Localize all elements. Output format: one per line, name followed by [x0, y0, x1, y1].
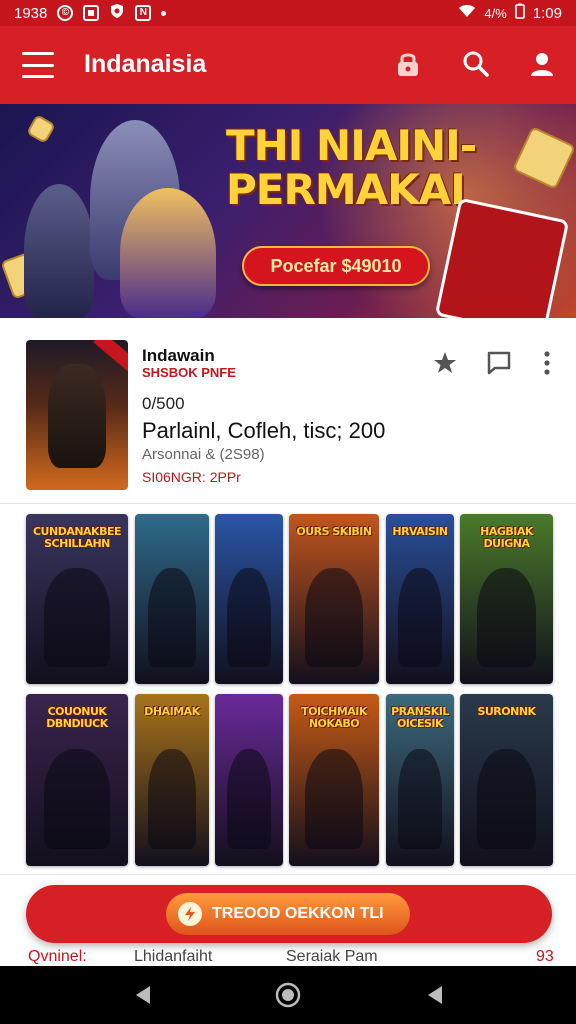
game-meta: Arsonnai & (2S98): [142, 446, 265, 463]
tile-title: CUNDANAKBEE SCHILLAHN: [32, 525, 122, 550]
tile-title: PRANSKIL OICESIK: [391, 705, 449, 730]
poster-ribbon: [93, 340, 128, 375]
status-time: 1938: [14, 4, 48, 22]
copyright-icon: ©: [57, 5, 74, 21]
game-tile[interactable]: SURONNK: [460, 694, 553, 866]
app-title: Indanaisia: [84, 50, 207, 78]
tab-count[interactable]: 93: [536, 948, 554, 966]
tile-hero-silhouette: [44, 749, 110, 849]
tile-title: COUONUK DBNDIUCK: [46, 705, 108, 730]
cta-inner-button[interactable]: TREOOD OEKKON TLI: [166, 893, 410, 935]
game-tile[interactable]: [135, 514, 209, 684]
tile-hero-silhouette: [476, 749, 537, 849]
tile-title: SURONNK: [477, 705, 536, 718]
back-icon[interactable]: [128, 980, 158, 1010]
game-tile[interactable]: OURS SKIBIN: [289, 514, 379, 684]
game-tile[interactable]: [215, 514, 283, 684]
bottom-cta-area: TREOOD OEKKON TLI Qvninel: Lhidanfaiht S…: [0, 874, 576, 966]
tile-hero-silhouette: [44, 568, 110, 667]
shield-icon: [109, 3, 125, 23]
game-tile[interactable]: DHAIMAK: [135, 694, 209, 866]
battery-icon: [514, 3, 525, 23]
tile-hero-silhouette: [398, 568, 442, 667]
home-icon[interactable]: [273, 980, 303, 1010]
star-icon[interactable]: [430, 348, 460, 378]
system-nav-bar: [0, 966, 576, 1024]
status-dot-icon: [161, 10, 167, 16]
lock-icon[interactable]: [390, 46, 426, 82]
n-icon: N: [135, 5, 152, 21]
tab-seraiak-pam[interactable]: Seraiak Pam: [286, 948, 378, 966]
comment-icon[interactable]: [484, 348, 514, 378]
banner-price-button[interactable]: Pocefar $49010: [242, 246, 430, 286]
menu-icon[interactable]: [22, 52, 54, 78]
tile-hero-silhouette: [227, 568, 271, 667]
cta-label: TREOOD OEKKON TLI: [212, 905, 384, 922]
tile-title: TOICHMAIK NOKABO: [301, 705, 367, 730]
app-bar: Indanaisia: [0, 26, 576, 104]
game-detail-card: Indawain SHSBOK PNFE 0/500 Parlainl, Cof…: [0, 318, 576, 504]
tile-title: OURS SKIBIN: [296, 525, 372, 538]
wifi-icon: [458, 4, 476, 22]
tile-hero-silhouette: [148, 749, 196, 849]
tile-hero-silhouette: [305, 749, 363, 849]
game-tile[interactable]: COUONUK DBNDIUCK: [26, 694, 128, 866]
game-title: Indawain: [142, 346, 215, 365]
tile-title: HRVAISIN: [392, 525, 448, 538]
game-extra-info: SI06NGR: 2PPr: [142, 469, 241, 485]
recents-icon[interactable]: [420, 980, 450, 1010]
banner-phone-graphic: [434, 197, 570, 318]
bolt-icon: [178, 902, 202, 926]
game-tile[interactable]: PRANSKIL OICESIK: [386, 694, 454, 866]
game-tile[interactable]: [215, 694, 283, 866]
game-description: Parlainl, Cofleh, tisc; 200: [142, 418, 386, 443]
poster-figure: [48, 364, 106, 468]
banner-hero-front: [120, 188, 216, 318]
tile-title: DHAIMAK: [144, 705, 200, 718]
person-icon[interactable]: [524, 46, 560, 82]
tile-hero-silhouette: [476, 568, 537, 667]
game-tile[interactable]: HAGBIAK DUIGNA: [460, 514, 553, 684]
status-clock: 1:09: [532, 4, 562, 22]
tab-qvninel[interactable]: Qvninel:: [28, 948, 87, 966]
status-bar: 1938 © N 4/% 1:09: [0, 0, 576, 26]
game-tile[interactable]: HRVAISIN: [386, 514, 454, 684]
game-code: 0/500: [142, 394, 185, 413]
tile-hero-silhouette: [227, 749, 271, 849]
square-icon: [83, 5, 100, 21]
tile-hero-silhouette: [148, 568, 196, 667]
banner-title: THI NIAINI- PERMAKAI: [226, 121, 477, 214]
battery-text: 4/%: [484, 5, 507, 21]
game-grid: CUNDANAKBEE SCHILLAHN OURS SKIBIN HRVAISIN…: [0, 504, 576, 874]
banner-hero-left: [24, 184, 94, 318]
promo-banner[interactable]: THI NIAINI- PERMAKAI Pocefar $49010: [0, 104, 576, 318]
search-icon[interactable]: [458, 46, 494, 82]
tile-title: HAGBIAK DUIGNA: [480, 525, 533, 550]
game-tile[interactable]: TOICHMAIK NOKABO: [289, 694, 379, 866]
more-vertical-icon[interactable]: [532, 348, 562, 378]
banner-tile: [25, 113, 57, 145]
game-tile[interactable]: CUNDANAKBEE SCHILLAHN: [26, 514, 128, 684]
game-subtitle: SHSBOK PNFE: [142, 365, 236, 380]
tile-hero-silhouette: [398, 749, 442, 849]
game-poster[interactable]: [26, 340, 128, 490]
tab-lhidanfaiht[interactable]: Lhidanfaiht: [134, 948, 212, 966]
tile-hero-silhouette: [305, 568, 363, 667]
app-screen: 1938 © N 4/% 1:09 Indanaisia THI NIAINI-…: [0, 0, 576, 1024]
cta-button[interactable]: TREOOD OEKKON TLI: [26, 885, 552, 943]
